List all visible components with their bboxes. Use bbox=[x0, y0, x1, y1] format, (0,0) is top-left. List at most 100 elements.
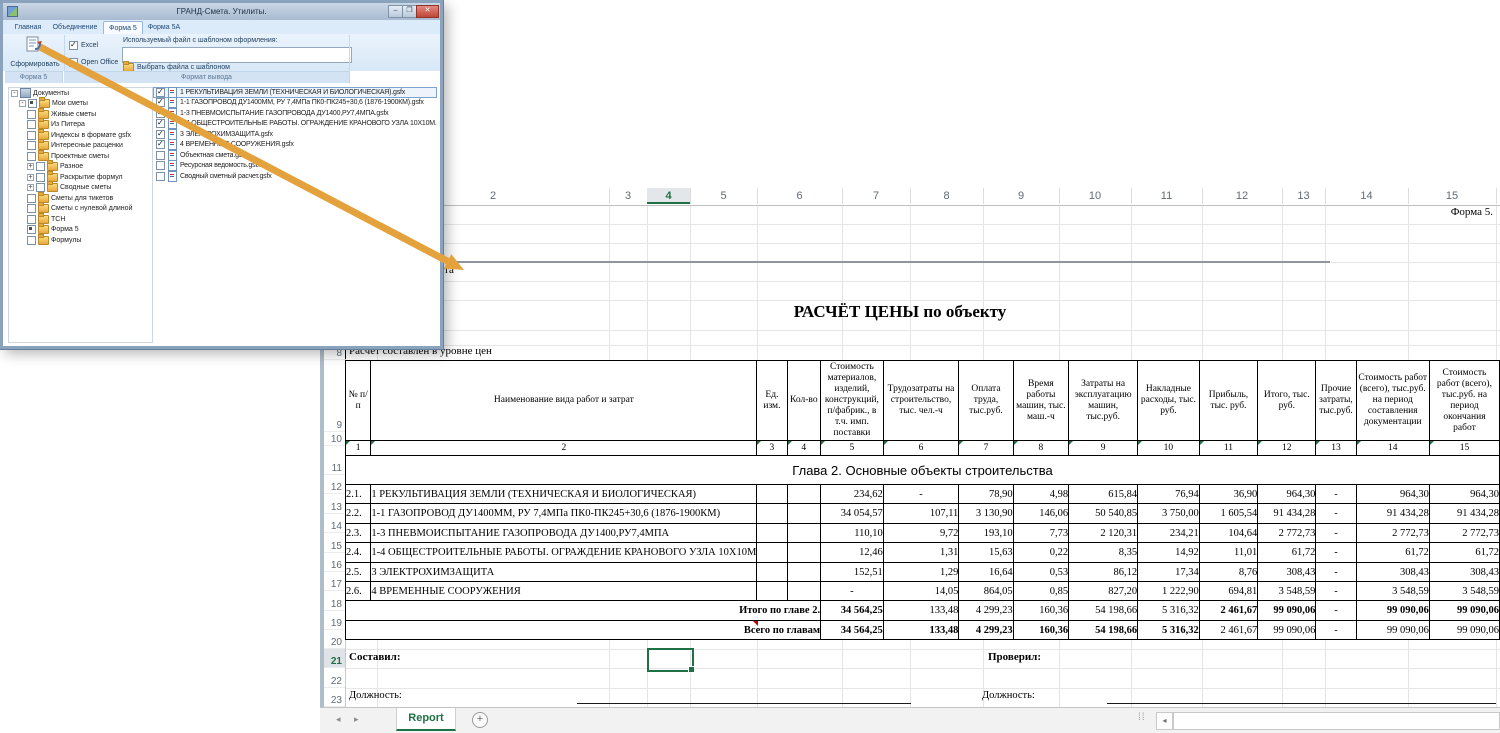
file-item[interactable]: Сводный сметный расчет.gsfx bbox=[153, 170, 437, 182]
file-item[interactable]: 4 ВРЕМЕННЫЕ СООРУЖЕНИЯ.gsfx bbox=[153, 139, 437, 151]
tree-item[interactable]: Живые сметы bbox=[9, 107, 152, 120]
column-header-6[interactable]: 6 bbox=[757, 188, 843, 204]
value-cell[interactable]: 17,34 bbox=[1137, 562, 1200, 582]
row-number-20[interactable]: 20 bbox=[324, 630, 345, 649]
value-cell[interactable]: 964,30 bbox=[1257, 484, 1317, 504]
empty-cell[interactable] bbox=[786, 562, 822, 582]
value-cell[interactable]: 694,81 bbox=[1198, 581, 1259, 601]
item-number-cell[interactable]: 2.4. bbox=[344, 542, 372, 563]
total-value-cell[interactable]: 34 564,25 bbox=[820, 600, 884, 621]
row-number-22[interactable]: 22 bbox=[324, 668, 345, 688]
tree-item[interactable]: Интересные расценки bbox=[9, 139, 152, 152]
value-cell[interactable]: 76,94 bbox=[1137, 484, 1200, 504]
new-sheet-button[interactable]: + bbox=[472, 712, 488, 728]
value-cell[interactable]: 2 772,73 bbox=[1257, 523, 1317, 543]
column-header-10[interactable]: 10 bbox=[1059, 188, 1132, 204]
close-button[interactable]: ✕ bbox=[416, 5, 439, 18]
template-file-input[interactable] bbox=[122, 47, 352, 63]
file-item[interactable]: Объектная смета.gsfx bbox=[153, 149, 437, 161]
value-cell[interactable]: - bbox=[1315, 503, 1357, 524]
column-number-cell[interactable]: 15 bbox=[1428, 440, 1500, 456]
value-cell[interactable]: - bbox=[1315, 581, 1357, 601]
empty-cell[interactable] bbox=[756, 562, 788, 582]
dialog-tab-1[interactable]: Главная bbox=[11, 21, 45, 33]
scroll-left-icon[interactable]: ◂ bbox=[1156, 712, 1173, 730]
value-cell[interactable]: 107,11 bbox=[882, 503, 960, 524]
value-cell[interactable]: 8,35 bbox=[1068, 542, 1139, 563]
tree-item[interactable]: Форма 5 bbox=[9, 223, 152, 236]
tree-item[interactable]: Формулы bbox=[9, 233, 152, 246]
value-cell[interactable]: 16,64 bbox=[958, 562, 1014, 582]
file-checkbox[interactable] bbox=[156, 150, 165, 160]
column-number-cell[interactable]: 13 bbox=[1315, 440, 1357, 456]
minimize-button[interactable]: – bbox=[388, 5, 403, 18]
tree-checkbox[interactable] bbox=[36, 162, 45, 172]
column-number-cell[interactable]: 2 bbox=[370, 440, 758, 456]
total-value-cell[interactable]: 2 461,67 bbox=[1198, 620, 1259, 640]
total-value-cell[interactable]: 4 299,23 bbox=[958, 600, 1014, 621]
next-sheet-icon[interactable]: ▸ bbox=[354, 714, 359, 725]
collapse-icon[interactable]: - bbox=[11, 89, 18, 97]
value-cell[interactable]: 1 605,54 bbox=[1198, 503, 1259, 524]
column-header-13[interactable]: 13 bbox=[1282, 188, 1326, 204]
empty-cell[interactable] bbox=[756, 484, 788, 504]
row-number-9[interactable]: 9 bbox=[324, 360, 345, 432]
empty-cell[interactable] bbox=[786, 484, 822, 504]
maximize-button[interactable]: ❒ bbox=[402, 5, 417, 18]
column-header-11[interactable]: 11 bbox=[1131, 188, 1203, 204]
horizontal-scrollbar[interactable] bbox=[1173, 712, 1500, 730]
file-checkbox[interactable] bbox=[156, 139, 165, 150]
row-number-14[interactable]: 14 bbox=[324, 514, 345, 533]
value-cell[interactable]: 0,85 bbox=[1012, 581, 1070, 601]
expand-icon[interactable]: + bbox=[27, 163, 34, 171]
tree-item[interactable]: + Сводные сметы bbox=[9, 181, 152, 194]
item-number-cell[interactable]: 2.2. bbox=[344, 503, 372, 524]
empty-cell[interactable] bbox=[786, 503, 822, 524]
value-cell[interactable]: 964,30 bbox=[1428, 484, 1500, 504]
empty-cell[interactable] bbox=[756, 523, 788, 543]
table-header-cell[interactable]: Итого, тыс. руб. bbox=[1257, 360, 1317, 441]
total-value-cell[interactable]: 5 316,32 bbox=[1137, 600, 1200, 621]
tab-report[interactable]: Report bbox=[396, 708, 456, 731]
total-value-cell[interactable]: 4 299,23 bbox=[958, 620, 1014, 640]
value-cell[interactable]: - bbox=[1315, 562, 1357, 582]
file-checkbox[interactable] bbox=[156, 87, 165, 97]
value-cell[interactable]: 2 772,73 bbox=[1355, 523, 1430, 543]
value-cell[interactable]: 3 548,59 bbox=[1257, 581, 1317, 601]
table-header-cell[interactable]: Кол-во bbox=[786, 360, 822, 441]
column-number-cell[interactable]: 14 bbox=[1355, 440, 1430, 456]
row-number-23[interactable]: 23 bbox=[324, 688, 345, 707]
file-checkbox[interactable] bbox=[156, 97, 165, 108]
value-cell[interactable]: 308,43 bbox=[1428, 562, 1500, 582]
total-value-cell[interactable]: 160,36 bbox=[1012, 600, 1070, 621]
value-cell[interactable]: 234,62 bbox=[820, 484, 884, 504]
column-number-cell[interactable]: 9 bbox=[1068, 440, 1139, 456]
value-cell[interactable]: - bbox=[882, 484, 960, 504]
empty-cell[interactable] bbox=[786, 542, 822, 563]
row-number-13[interactable]: 13 bbox=[324, 494, 345, 514]
tree-checkbox[interactable] bbox=[27, 235, 36, 245]
excel-checkbox-row[interactable]: Excel bbox=[69, 40, 98, 50]
value-cell[interactable]: 9,72 bbox=[882, 523, 960, 543]
value-cell[interactable]: 104,64 bbox=[1198, 523, 1259, 543]
work-name-cell[interactable]: 1-3 ПНЕВМОИСПЫТАНИЕ ГАЗОПРОВОДА ДУ1400,Р… bbox=[370, 523, 758, 543]
table-header-cell[interactable]: № п/п bbox=[344, 360, 372, 441]
empty-cell[interactable] bbox=[786, 581, 822, 601]
collapse-icon[interactable]: - bbox=[19, 100, 26, 108]
value-cell[interactable]: 152,51 bbox=[820, 562, 884, 582]
value-cell[interactable]: 91 434,28 bbox=[1355, 503, 1430, 524]
column-number-cell[interactable]: 5 bbox=[820, 440, 884, 456]
table-header-cell[interactable]: Время работы машин, тыс. маш.-ч bbox=[1012, 360, 1070, 441]
tree-item[interactable]: Сметы для тикетов bbox=[9, 191, 152, 204]
tree-checkbox[interactable] bbox=[36, 172, 45, 182]
total-value-cell[interactable]: 54 198,66 bbox=[1068, 600, 1139, 621]
generate-button[interactable]: Сформировать bbox=[6, 35, 64, 72]
row-number-19[interactable]: 19 bbox=[324, 611, 345, 630]
row-number-12[interactable]: 12 bbox=[324, 475, 345, 494]
file-item[interactable]: 1-4 ОБЩЕСТРОИТЕЛЬНЫЕ РАБОТЫ. ОГРАЖДЕНИЕ … bbox=[153, 118, 437, 130]
total-value-cell[interactable]: 99 090,06 bbox=[1257, 620, 1317, 640]
total-value-cell[interactable]: 160,36 bbox=[1012, 620, 1070, 640]
column-number-cell[interactable]: 10 bbox=[1137, 440, 1200, 456]
value-cell[interactable]: 36,90 bbox=[1198, 484, 1259, 504]
value-cell[interactable]: 2 772,73 bbox=[1428, 523, 1500, 543]
